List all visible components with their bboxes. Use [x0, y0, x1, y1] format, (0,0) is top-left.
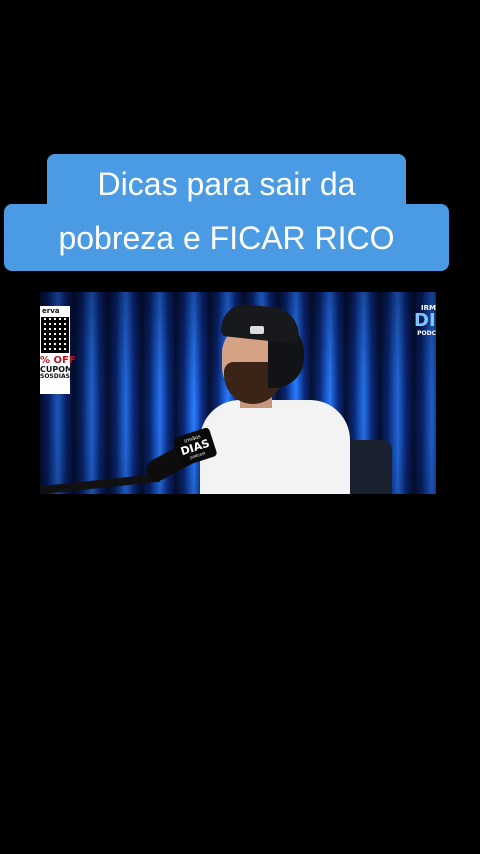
video-frame[interactable]: irmãos DIAS podcast erva % OFF CUPOM SOS…: [40, 292, 436, 494]
caption-line-2: pobreza e FICAR RICO: [4, 204, 449, 271]
podcast-logo: IRM DIA PODC: [414, 304, 436, 337]
podcast-logo-bottom: PODC: [417, 330, 436, 337]
cap-logo: [250, 326, 264, 334]
qr-code: [41, 317, 69, 353]
promo-brand: erva: [42, 307, 60, 315]
speaker-shirt: [200, 400, 350, 494]
promo-coupon-code: SOSDIAS: [40, 373, 70, 380]
podcast-logo-middle: DIA: [414, 310, 436, 331]
promo-badge: erva % OFF CUPOM SOSDIAS: [40, 306, 76, 394]
